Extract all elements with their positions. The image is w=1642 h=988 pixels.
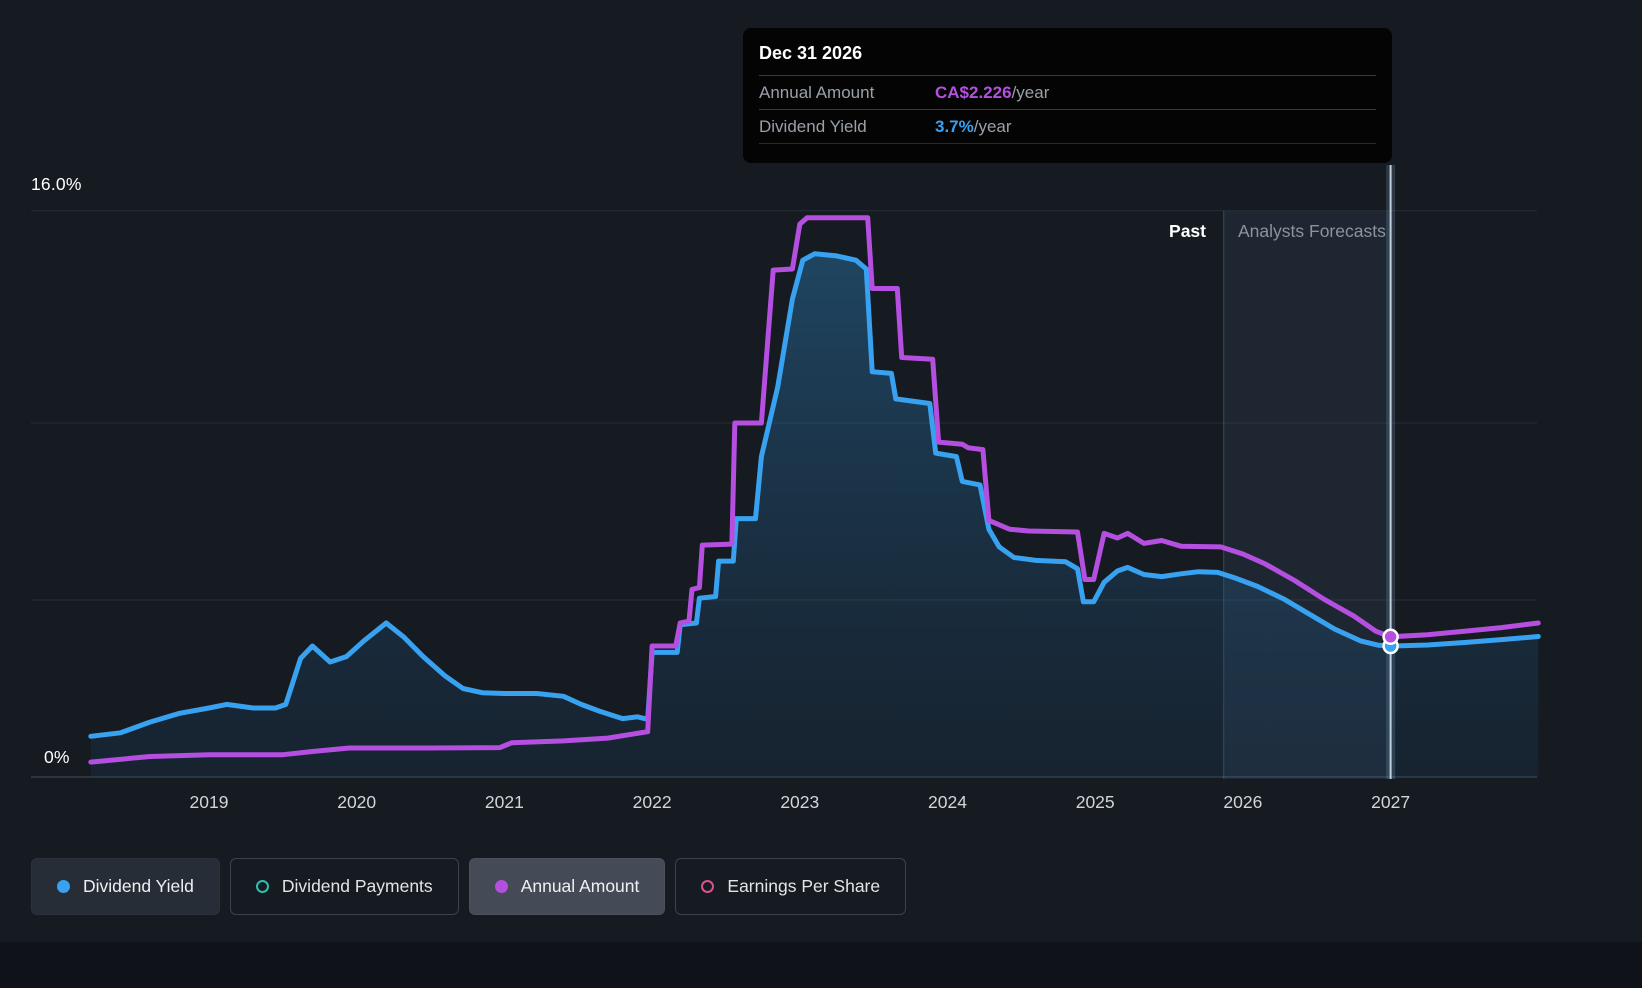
legend: Dividend Yield Dividend Payments Annual … <box>31 858 907 915</box>
x-axis-label-2019: 2019 <box>189 792 229 812</box>
x-axis-label-2021: 2021 <box>484 792 524 812</box>
x-axis-label-2024: 2024 <box>928 792 967 812</box>
legend-label: Dividend Yield <box>83 876 194 896</box>
annual-amount-marker[interactable] <box>1382 628 1399 646</box>
y-axis-top-label: 16.0% <box>31 174 82 194</box>
annual-amount-swatch-icon <box>494 880 508 893</box>
x-axis-label-2023: 2023 <box>780 792 820 812</box>
tooltip-annual-amount-label: Annual Amount <box>759 82 875 102</box>
legend-label: Earnings Per Share <box>727 876 881 896</box>
past-label: Past <box>1169 221 1206 241</box>
dividend-yield-swatch-icon <box>57 880 70 893</box>
legend-dividend-payments-button[interactable]: Dividend Payments <box>229 858 459 915</box>
bottom-bar <box>0 942 1642 988</box>
analysts-forecasts-label: Analysts Forecasts <box>1238 221 1386 241</box>
x-axis: 2019 2020 2021 2022 2023 2024 2025 2026 2027 <box>0 792 1642 820</box>
legend-earnings-per-share-button[interactable]: Earnings Per Share <box>675 858 907 915</box>
legend-dividend-yield-button[interactable]: Dividend Yield <box>31 858 220 915</box>
legend-label: Annual Amount <box>520 876 640 896</box>
x-axis-label-2020: 2020 <box>337 792 377 812</box>
y-axis-bottom-label: 0% <box>44 747 70 767</box>
tooltip-annual-amount-value: CA$2.226/year <box>935 82 1050 102</box>
x-axis-label-2027: 2027 <box>1371 792 1411 812</box>
earnings-per-share-swatch-icon <box>701 880 715 893</box>
tooltip-dividend-yield-value: 3.7%/year <box>935 116 1012 136</box>
legend-label: Dividend Payments <box>281 876 433 896</box>
tooltip-dividend-yield-label: Dividend Yield <box>759 116 867 136</box>
x-axis-label-2025: 2025 <box>1075 792 1115 812</box>
tooltip-row-dividend-yield: Dividend Yield 3.7%/year <box>759 109 1376 144</box>
legend-annual-amount-button[interactable]: Annual Amount <box>468 858 666 915</box>
chart-tooltip: Dec 31 2026 Annual Amount CA$2.226/year … <box>743 28 1392 163</box>
dividend-chart-widget: 16.0% 0% 2019 2020 2021 2022 2023 2024 2025 202… <box>0 0 1642 988</box>
tooltip-date: Dec 31 2026 <box>759 43 863 63</box>
tooltip-row-annual-amount: Annual Amount CA$2.226/year <box>759 75 1376 109</box>
x-axis-label-2026: 2026 <box>1223 792 1263 812</box>
x-axis-label-2022: 2022 <box>632 792 672 812</box>
dividend-payments-swatch-icon <box>255 880 269 893</box>
